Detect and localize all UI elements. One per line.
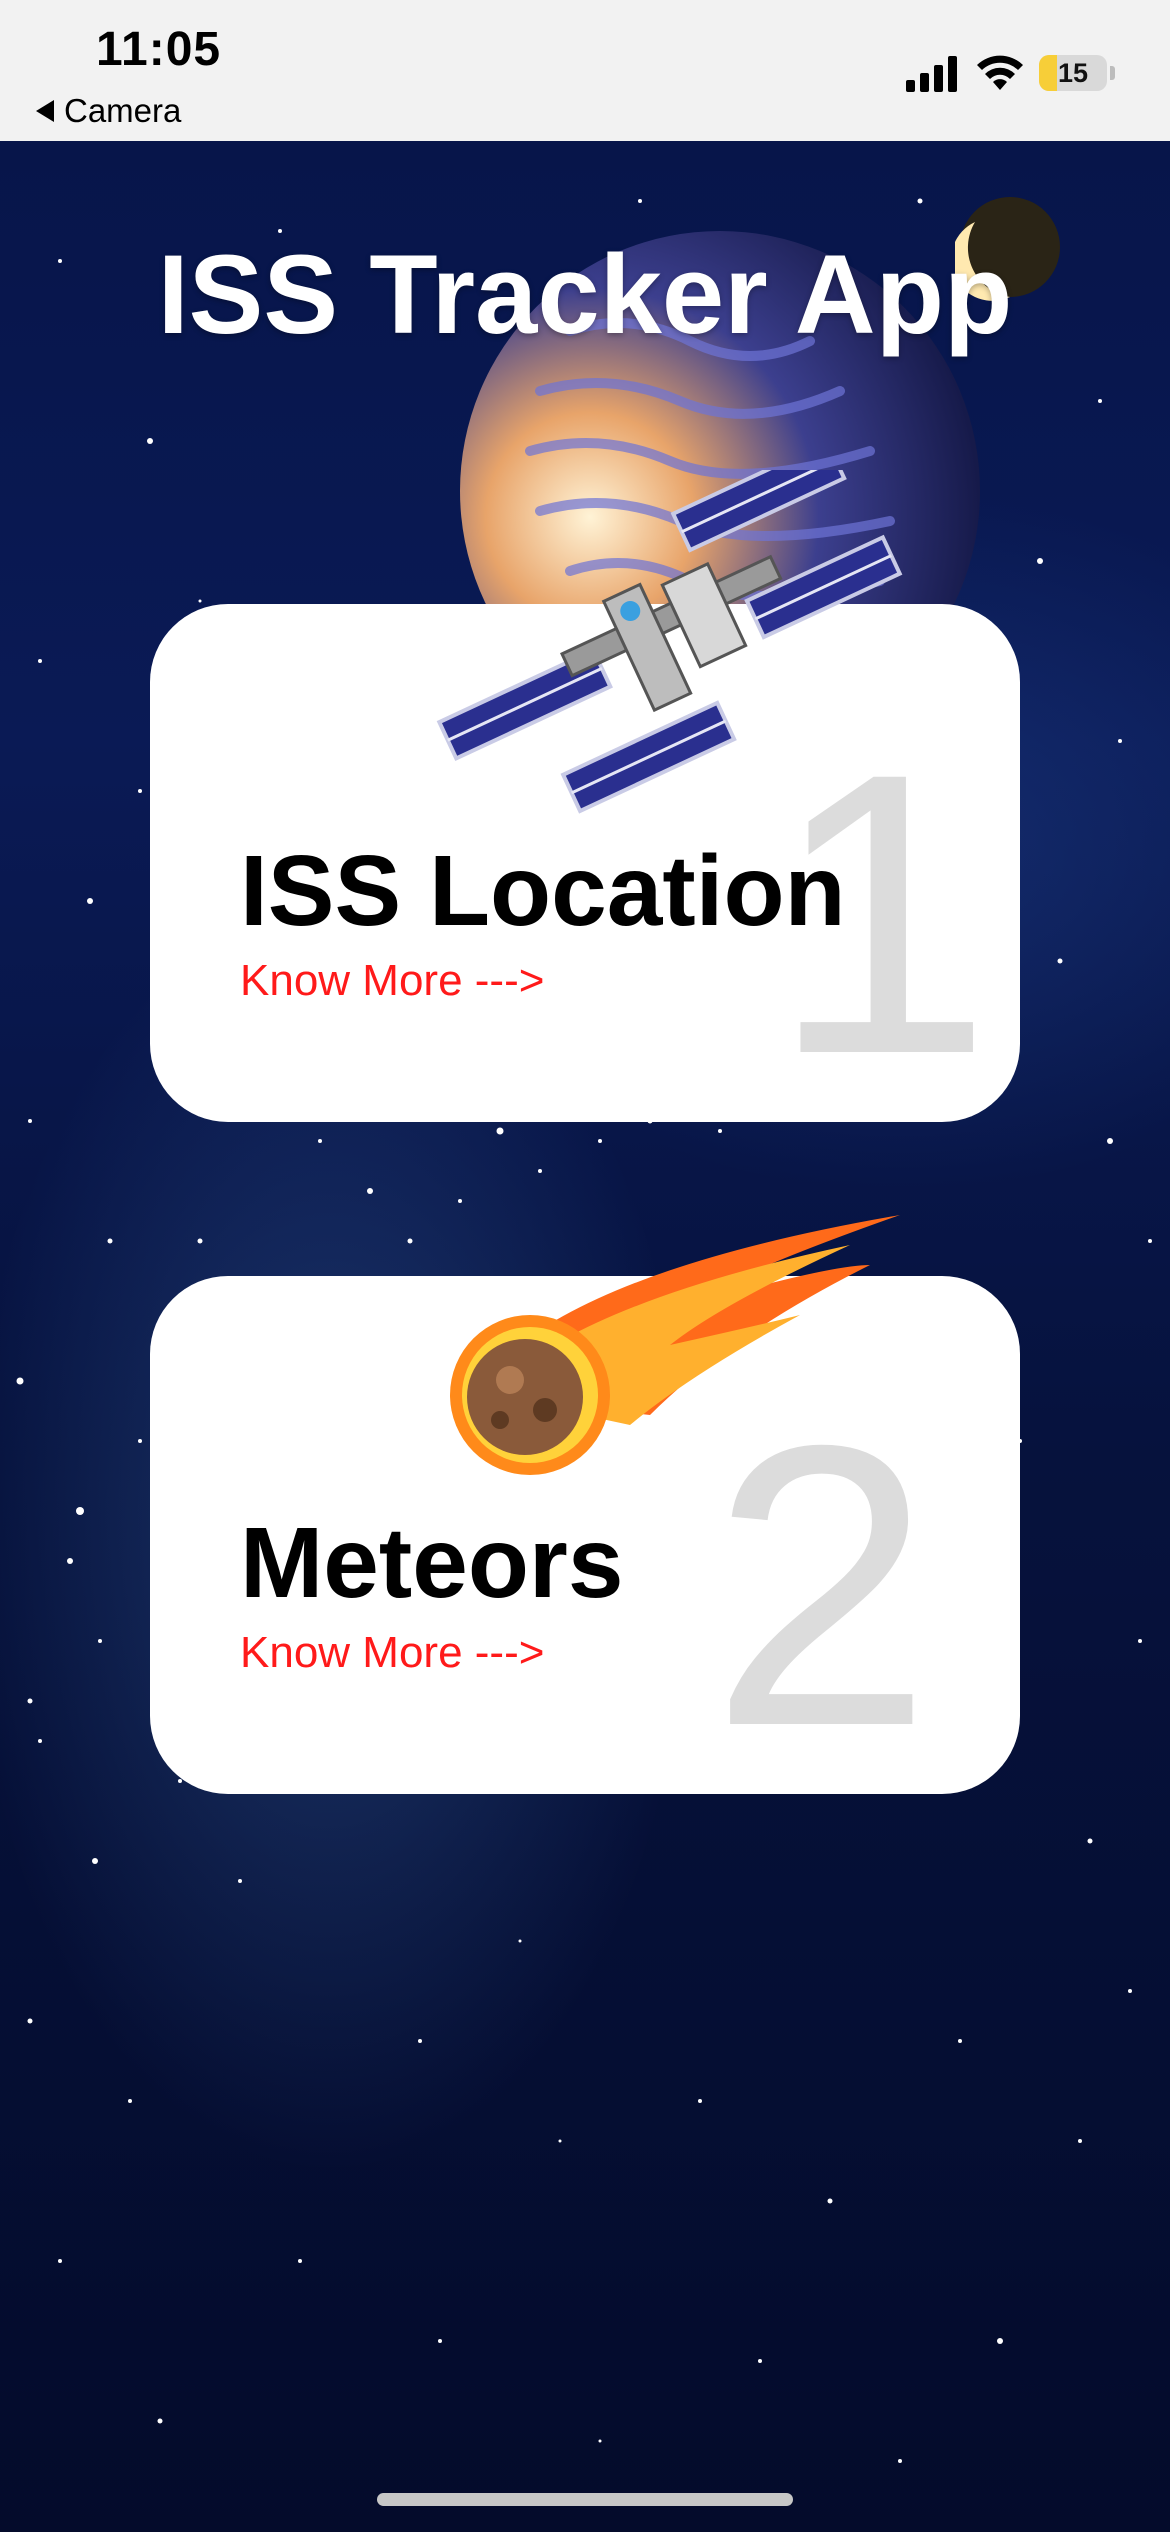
know-more-link[interactable]: Know More ---> bbox=[240, 1628, 544, 1678]
battery-icon: 15 bbox=[1039, 55, 1107, 91]
status-bar: 11:05 Camera 15 bbox=[0, 0, 1170, 141]
home-indicator[interactable] bbox=[377, 2493, 793, 2506]
page-title: ISS Tracker App bbox=[157, 232, 1013, 357]
battery-level: 15 bbox=[1057, 58, 1089, 88]
wifi-icon bbox=[977, 55, 1023, 90]
meteor-icon bbox=[450, 1215, 900, 1475]
back-to-camera-link[interactable]: Camera bbox=[36, 92, 181, 130]
back-arrow-icon bbox=[36, 100, 54, 122]
iss-station-icon bbox=[436, 470, 903, 814]
card-title: ISS Location bbox=[240, 835, 846, 947]
know-more-link[interactable]: Know More ---> bbox=[240, 956, 544, 1006]
back-link-label: Camera bbox=[64, 92, 182, 129]
status-time: 11:05 bbox=[96, 23, 222, 76]
battery-cap bbox=[1110, 66, 1115, 80]
card-title: Meteors bbox=[240, 1507, 624, 1619]
cellular-signal-icon bbox=[906, 56, 957, 92]
